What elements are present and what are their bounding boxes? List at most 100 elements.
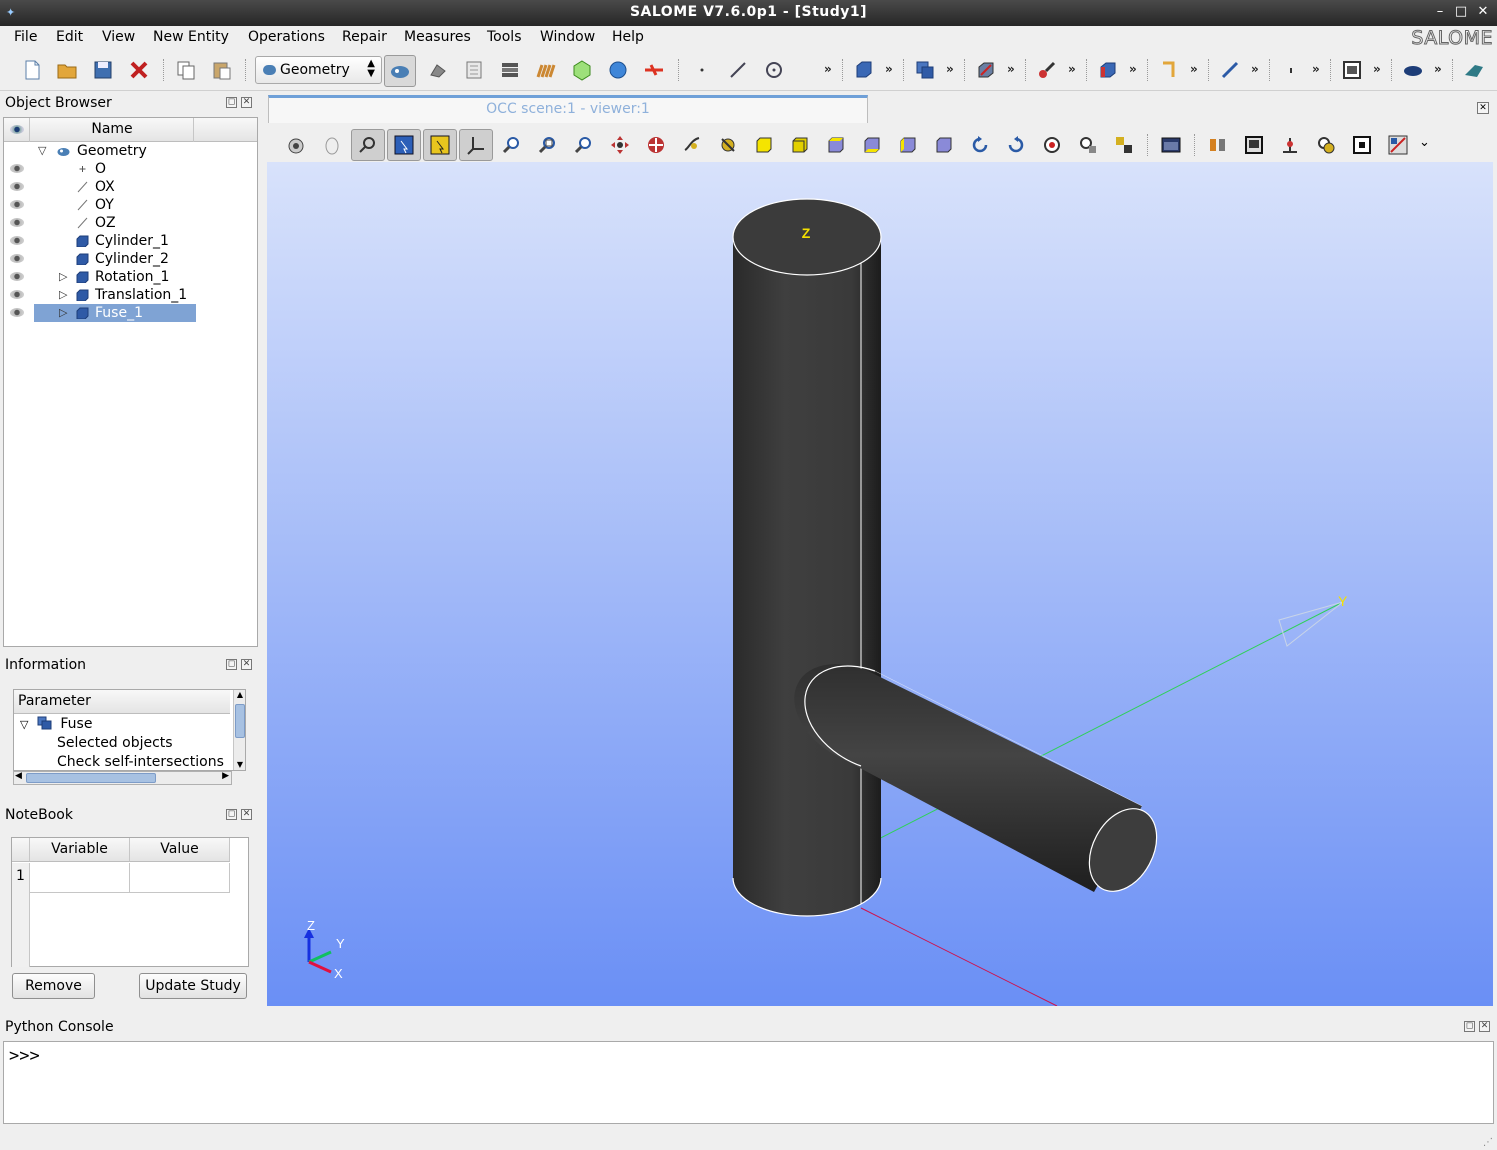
copy-icon[interactable] (175, 59, 197, 81)
keyboard-free-button[interactable] (351, 129, 385, 161)
menu-operations[interactable]: Operations (248, 29, 325, 45)
visibility-eye-icon[interactable] (10, 200, 24, 209)
float-icon[interactable]: ◻ (226, 809, 237, 820)
tree-row-fuse-1[interactable]: ▷ Fuse_1 (4, 304, 257, 322)
menu-tools[interactable]: Tools (487, 29, 522, 45)
scroll-up-icon[interactable]: ▲ (234, 690, 245, 702)
value-column-header[interactable]: Value (130, 838, 230, 862)
expand-arrow-icon[interactable]: ▷ (59, 288, 67, 301)
fillet-icon[interactable] (1158, 59, 1180, 81)
dump-view-icon[interactable] (285, 134, 307, 156)
box-primitive-icon[interactable] (853, 59, 875, 81)
line-icon[interactable] (727, 59, 749, 81)
menu-new-entity[interactable]: New Entity (153, 29, 229, 45)
view-front-icon[interactable] (753, 134, 775, 156)
toolbar-more-icon[interactable]: » (1068, 62, 1076, 76)
yacs-module-icon[interactable] (463, 59, 485, 81)
visibility-eye-icon[interactable] (10, 236, 24, 245)
tree-row-cylinder-2[interactable]: Cylinder_2 (4, 250, 257, 268)
stereo-view-icon[interactable] (1279, 134, 1301, 156)
parameter-column-header[interactable]: Parameter (14, 690, 230, 714)
toolbar-more-icon[interactable]: » (1190, 62, 1198, 76)
tree-row-geometry[interactable]: ▽ Geometry (4, 142, 257, 160)
visibility-eye-icon[interactable] (10, 308, 24, 317)
close-viewer-icon[interactable]: ✕ (1477, 102, 1489, 114)
scroll-thumb[interactable] (235, 704, 245, 738)
zoom-icon[interactable] (573, 134, 595, 156)
save-icon[interactable] (92, 59, 114, 81)
rotate-clockwise-icon[interactable] (1005, 134, 1027, 156)
point-icon[interactable] (691, 59, 713, 81)
tree-row-translation-1[interactable]: ▷ Translation_1 (4, 286, 257, 304)
paravis-module-icon[interactable] (499, 59, 521, 81)
close-study-icon[interactable] (128, 59, 150, 81)
tree-row-rotation-1[interactable]: ▷ Rotation_1 (4, 268, 257, 286)
close-icon[interactable]: ✕ (241, 809, 252, 820)
ambient-light-icon[interactable] (1243, 134, 1265, 156)
visibility-eye-icon[interactable] (10, 254, 24, 263)
clone-view-icon[interactable] (1077, 134, 1099, 156)
info-row-fuse[interactable]: ▽ Fuse (20, 715, 92, 734)
scroll-thumb[interactable] (26, 773, 156, 783)
toolbar-more-icon[interactable]: » (824, 62, 832, 76)
fit-area-icon[interactable] (537, 134, 559, 156)
scroll-down-icon[interactable]: ▼ (234, 760, 245, 770)
toolbar-more-icon[interactable]: » (1007, 62, 1015, 76)
expand-arrow-icon[interactable]: ▽ (20, 718, 28, 731)
module-selector[interactable]: Geometry ▲ ▼ (255, 56, 382, 84)
rotate-anticlockwise-icon[interactable] (969, 134, 991, 156)
expand-arrow-icon[interactable]: ▽ (38, 144, 46, 157)
new-document-icon[interactable] (21, 59, 43, 81)
pan-icon[interactable] (609, 134, 631, 156)
tree-row-o[interactable]: O (4, 160, 257, 178)
close-icon[interactable]: ✕ (1479, 1021, 1490, 1032)
minimize-maximize-view-icon[interactable] (1351, 134, 1373, 156)
view-back-icon[interactable] (789, 134, 811, 156)
smesh-module-icon[interactable] (427, 59, 449, 81)
maximize-icon[interactable]: □ (1453, 4, 1469, 20)
expand-arrow-icon[interactable]: ▷ (59, 306, 67, 319)
global-pan-icon[interactable] (645, 134, 667, 156)
reset-view-icon[interactable] (1041, 134, 1063, 156)
menu-window[interactable]: Window (540, 29, 595, 45)
transformation-icon[interactable] (975, 59, 997, 81)
visibility-eye-icon[interactable] (10, 164, 24, 173)
remove-button[interactable]: Remove (12, 973, 95, 999)
boolean-fuse-icon[interactable] (914, 59, 936, 81)
variable-cell[interactable] (30, 863, 130, 893)
graduated-axes-icon[interactable] (1207, 134, 1229, 156)
scaling-icon[interactable] (1160, 134, 1182, 156)
visibility-eye-icon[interactable] (10, 218, 24, 227)
visibility-eye-icon[interactable] (10, 182, 24, 191)
scroll-left-icon[interactable]: ◀ (15, 771, 22, 781)
change-rotation-point-icon[interactable] (681, 134, 703, 156)
expand-arrow-icon[interactable]: ▷ (59, 270, 67, 283)
notebook-table[interactable]: Variable Value 1 (11, 837, 249, 967)
menu-help[interactable]: Help (612, 29, 644, 45)
information-tree[interactable]: Parameter ▽ Fuse Selected objects Check … (13, 689, 246, 771)
information-vertical-scrollbar[interactable]: ▲ ▼ (233, 690, 245, 770)
visibility-column-header[interactable] (4, 118, 30, 142)
clipping-icon[interactable] (1113, 134, 1135, 156)
resize-grip-icon[interactable]: ⋰ (1483, 1137, 1493, 1148)
circle-icon[interactable] (763, 59, 785, 81)
update-study-button[interactable]: Update Study (139, 973, 247, 999)
shaper-icon[interactable] (1463, 59, 1485, 81)
viewer-tab[interactable]: OCC scene:1 - viewer:1 (268, 95, 868, 123)
toolbar-more-icon[interactable]: » (885, 62, 893, 76)
close-icon[interactable]: ✕ (241, 97, 252, 108)
visibility-eye-icon[interactable] (10, 272, 24, 281)
tree-row-cylinder-1[interactable]: Cylinder_1 (4, 232, 257, 250)
paste-icon[interactable] (211, 59, 233, 81)
toolbar-more-icon[interactable]: » (1373, 62, 1381, 76)
float-icon[interactable]: ◻ (226, 97, 237, 108)
python-console[interactable]: >>> (3, 1041, 1494, 1124)
scroll-right-icon[interactable]: ▶ (222, 771, 229, 781)
object-browser-tree[interactable]: Name ▽ Geometry O OX OY OZ Cylinder_1 Cy… (3, 117, 258, 647)
operations-icon[interactable] (1097, 59, 1119, 81)
view-parameters-icon[interactable] (1387, 134, 1409, 156)
fit-all-icon[interactable] (501, 134, 523, 156)
open-folder-icon[interactable] (56, 59, 78, 81)
close-icon[interactable]: ✕ (241, 659, 252, 670)
tree-row-oy[interactable]: OY (4, 196, 257, 214)
